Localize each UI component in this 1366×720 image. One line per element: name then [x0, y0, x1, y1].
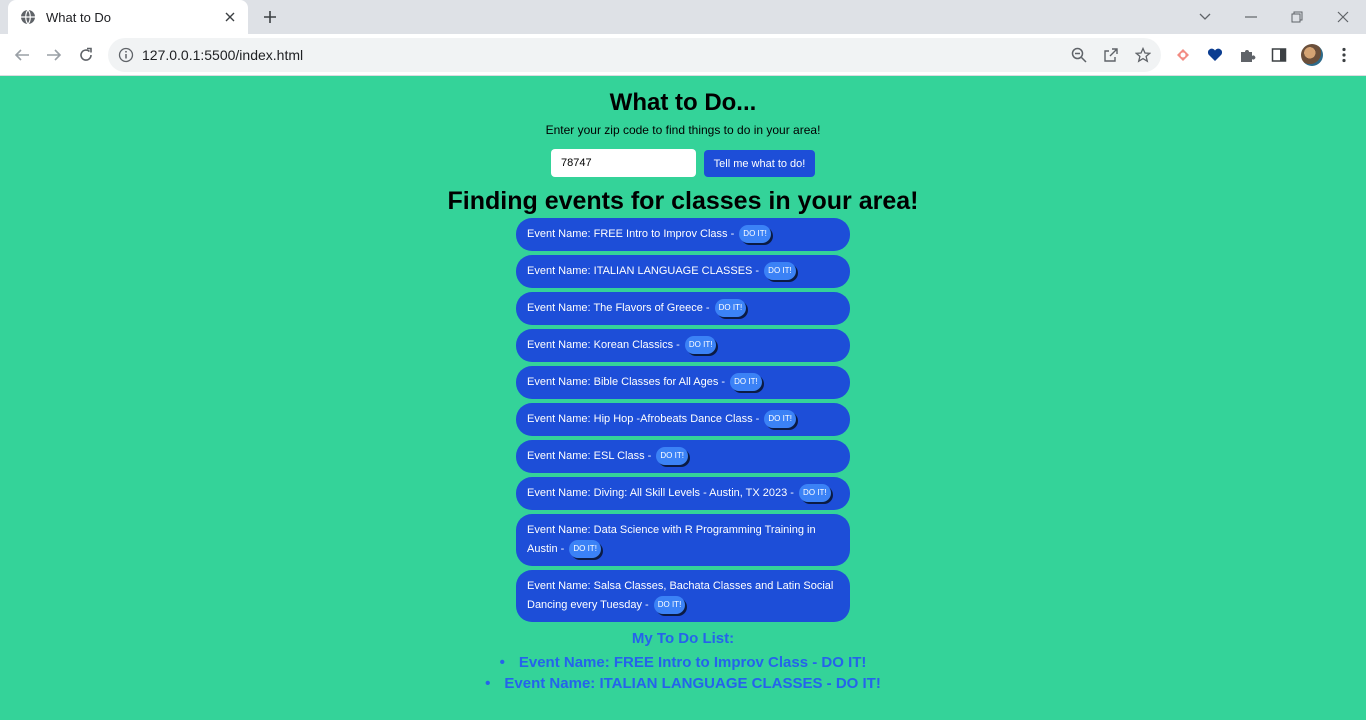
site-info-icon[interactable]	[118, 47, 134, 63]
event-name: Event Name: ESL Class -	[527, 450, 652, 462]
browser-toolbar: 127.0.0.1:5500/index.html	[0, 34, 1366, 76]
profile-avatar[interactable]	[1301, 44, 1323, 66]
tab-title: What to Do	[46, 9, 112, 25]
share-icon[interactable]	[1102, 46, 1120, 64]
globe-icon	[20, 9, 36, 25]
url-text: 127.0.0.1:5500/index.html	[142, 47, 304, 63]
address-bar[interactable]: 127.0.0.1:5500/index.html	[108, 38, 1161, 72]
forward-icon[interactable]	[42, 43, 66, 67]
do-it-button[interactable]: DO IT!	[653, 596, 686, 615]
event-card: Event Name: ITALIAN LANGUAGE CLASSES - D…	[516, 255, 850, 288]
todo-heading: My To Do List:	[631, 630, 735, 647]
do-it-button[interactable]: DO IT!	[764, 262, 796, 281]
minimize-icon[interactable]	[1240, 6, 1262, 28]
tell-me-button[interactable]: Tell me what to do!	[704, 150, 815, 177]
tab-strip: What to Do	[0, 0, 1366, 34]
do-it-button[interactable]: DO IT!	[569, 540, 601, 559]
extension-red-icon[interactable]	[1173, 45, 1193, 65]
event-list: Event Name: FREE Intro to Improv Class -…	[516, 218, 850, 626]
event-card: Event Name: FREE Intro to Improv Class -…	[516, 218, 850, 251]
back-icon[interactable]	[10, 43, 34, 67]
reload-icon[interactable]	[74, 43, 98, 67]
event-name: Event Name: ITALIAN LANGUAGE CLASSES -	[527, 265, 760, 277]
do-it-button[interactable]: DO IT!	[799, 484, 831, 503]
restore-icon[interactable]	[1286, 6, 1308, 28]
extension-heart-icon[interactable]	[1205, 45, 1225, 65]
event-card: Event Name: The Flavors of Greece - DO I…	[516, 292, 850, 325]
zoom-out-icon[interactable]	[1070, 46, 1088, 64]
event-card: Event Name: Korean Classics - DO IT!	[516, 329, 850, 362]
event-card: Event Name: Hip Hop -Afrobeats Dance Cla…	[516, 403, 850, 436]
tab-search-icon[interactable]	[1194, 6, 1216, 28]
results-heading: Finding events for classes in your area!	[447, 187, 919, 215]
event-card: Event Name: Salsa Classes, Bachata Class…	[516, 570, 850, 622]
event-card: Event Name: Data Science with R Programm…	[516, 514, 850, 566]
new-tab-icon[interactable]	[259, 6, 281, 28]
do-it-button[interactable]: DO IT!	[656, 447, 688, 466]
event-name: Event Name: Korean Classics -	[527, 339, 680, 351]
side-panel-icon[interactable]	[1269, 45, 1289, 65]
zip-code-input[interactable]	[551, 149, 696, 177]
todo-list: Event Name: FREE Intro to Improv Class -…	[0, 652, 1366, 694]
close-tab-icon[interactable]	[222, 9, 238, 25]
event-card: Event Name: Diving: All Skill Levels - A…	[516, 477, 850, 510]
browser-tab[interactable]: What to Do	[8, 0, 248, 34]
bookmark-star-icon[interactable]	[1134, 46, 1152, 64]
page-content: What to Do... Enter your zip code to fin…	[0, 77, 1366, 720]
do-it-button[interactable]: DO IT!	[714, 299, 747, 318]
event-name: Event Name: Diving: All Skill Levels - A…	[527, 487, 794, 499]
close-window-icon[interactable]	[1332, 6, 1354, 28]
event-name: Event Name: The Flavors of Greece -	[527, 302, 710, 314]
more-menu-icon[interactable]	[1334, 45, 1354, 65]
event-name: Event Name: Bible Classes for All Ages -	[527, 376, 726, 388]
todo-item: Event Name: ITALIAN LANGUAGE CLASSES - D…	[0, 673, 1366, 694]
event-card: Event Name: Bible Classes for All Ages -…	[516, 366, 850, 399]
event-name: Event Name: Hip Hop -Afrobeats Dance Cla…	[527, 413, 760, 425]
event-card: Event Name: ESL Class - DO IT!	[516, 440, 850, 473]
page-subtitle: Enter your zip code to find things to do…	[545, 123, 821, 137]
do-it-button[interactable]: DO IT!	[730, 373, 762, 392]
extensions-puzzle-icon[interactable]	[1237, 45, 1257, 65]
page-title: What to Do...	[609, 89, 757, 116]
do-it-button[interactable]: DO IT!	[764, 410, 796, 429]
todo-item: Event Name: FREE Intro to Improv Class -…	[0, 652, 1366, 673]
event-name: Event Name: FREE Intro to Improv Class -	[527, 228, 735, 240]
do-it-button[interactable]: DO IT!	[684, 336, 717, 355]
do-it-button[interactable]: DO IT!	[739, 225, 771, 244]
